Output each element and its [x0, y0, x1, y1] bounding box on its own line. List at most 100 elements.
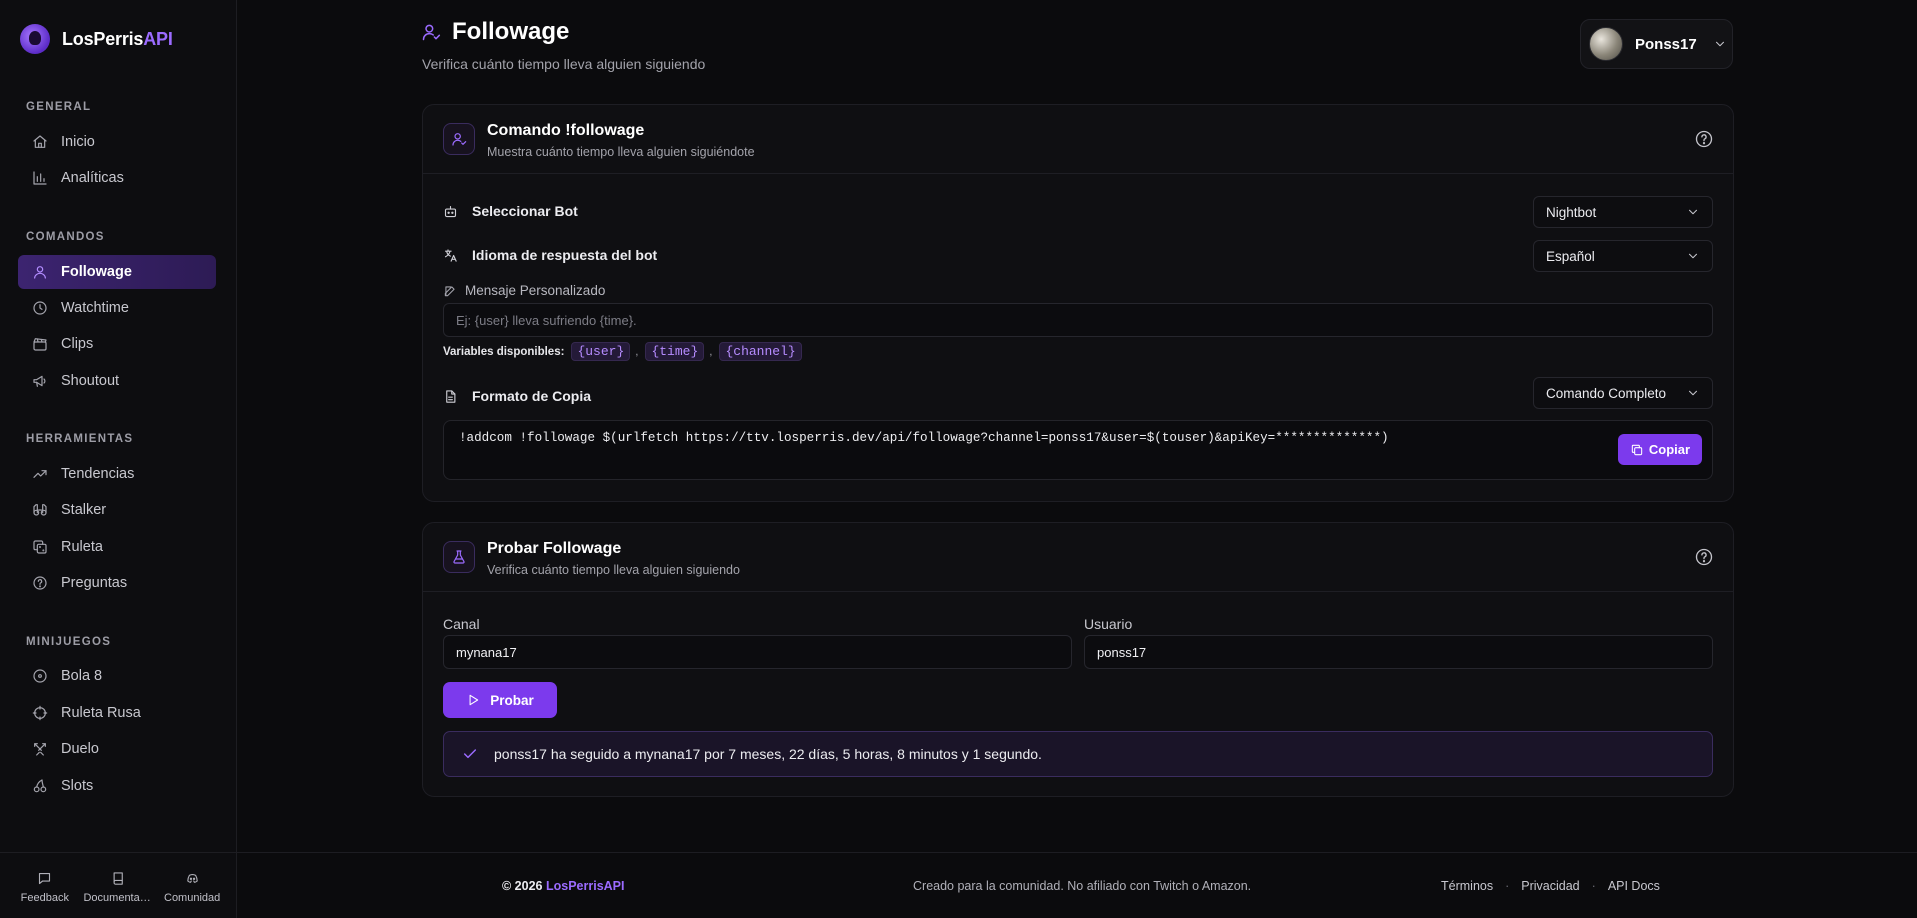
sidebar-item-duelo[interactable]: Duelo [18, 732, 216, 766]
custom-message-label-text: Mensaje Personalizado [465, 283, 606, 298]
file-icon [443, 389, 458, 404]
target-icon [32, 668, 48, 684]
bot-select-value: Nightbot [1546, 204, 1597, 220]
command-text[interactable]: !addcom !followage $(urlfetch https://tt… [459, 431, 1389, 445]
variables-label: Variables disponibles: [443, 345, 565, 358]
sidebar-item-label: Slots [61, 778, 94, 794]
help-icon[interactable] [1694, 547, 1714, 567]
sidebar: LosPerrisAPI GENERAL Inicio Analíticas C… [0, 0, 237, 918]
community-label: Comunidad [164, 892, 221, 904]
nav-section-herramientas: HERRAMIENTAS [26, 433, 134, 445]
variable-chip-time[interactable]: {time} [645, 342, 705, 361]
sidebar-item-analiticas[interactable]: Analíticas [18, 161, 216, 195]
bot-select[interactable]: Nightbot [1533, 196, 1713, 228]
user-input[interactable]: ponss17 [1084, 635, 1713, 669]
page-subtitle: Verifica cuánto tiempo lleva alguien sig… [422, 56, 706, 72]
sidebar-item-label: Ruleta [61, 539, 103, 555]
megaphone-icon [32, 373, 48, 389]
bot-label-text: Seleccionar Bot [472, 203, 578, 219]
sidebar-item-label: Duelo [61, 741, 99, 757]
book-icon [111, 871, 126, 886]
play-icon [466, 693, 480, 707]
sidebar-item-label: Inicio [61, 134, 95, 150]
sidebar-item-label: Tendencias [61, 466, 135, 482]
variable-chip-user[interactable]: {user} [571, 342, 631, 361]
copy-button-label: Copiar [1648, 442, 1691, 457]
sidebar-item-label: Ruleta Rusa [61, 705, 141, 721]
copy-format-value: Comando Completo [1546, 385, 1667, 401]
sidebar-item-slots[interactable]: Slots [18, 769, 216, 803]
edit-icon [443, 284, 457, 298]
feedback-button[interactable]: Feedback [10, 871, 80, 918]
chevron-down-icon [1686, 386, 1700, 400]
sidebar-item-ruleta-rusa[interactable]: Ruleta Rusa [18, 696, 216, 730]
sidebar-item-label: Followage [61, 264, 132, 280]
footer-links: Términos · Privacidad · API Docs [1441, 879, 1660, 893]
sidebar-footer: Feedback Documentación Comunidad [0, 852, 237, 918]
sidebar-item-inicio[interactable]: Inicio [18, 125, 216, 159]
translate-icon [443, 248, 458, 263]
user-icon [443, 123, 475, 155]
sidebar-item-ruleta[interactable]: Ruleta [18, 530, 216, 564]
sidebar-item-shoutout[interactable]: Shoutout [18, 364, 216, 398]
cherries-icon [32, 778, 48, 794]
avatar [1589, 27, 1623, 61]
sidebar-item-clips[interactable]: Clips [18, 327, 216, 361]
community-button[interactable]: Comunidad [157, 871, 227, 918]
nav-section-general: GENERAL [26, 101, 92, 113]
sidebar-item-stalker[interactable]: Stalker [18, 493, 216, 527]
flask-icon [443, 541, 475, 573]
footer-tagline: Creado para la comunidad. No afiliado co… [913, 879, 1252, 893]
sidebar-item-bola-8[interactable]: Bola 8 [18, 659, 216, 693]
api-docs-link[interactable]: API Docs [1608, 879, 1660, 893]
user-menu[interactable]: Ponss17 [1580, 19, 1733, 69]
brand-name: LosPerrisAPI [62, 28, 173, 49]
probar-button[interactable]: Probar [443, 682, 557, 718]
test-card-subtitle: Verifica cuánto tiempo lleva alguien sig… [487, 563, 740, 577]
bar-chart-icon [32, 170, 48, 186]
sidebar-item-preguntas[interactable]: Preguntas [18, 566, 216, 600]
feedback-label: Feedback [20, 892, 69, 904]
available-variables: Variables disponibles: {user}, {time}, {… [443, 342, 802, 361]
user-icon [421, 22, 441, 42]
sidebar-item-label: Stalker [61, 502, 107, 518]
language-label-text: Idioma de respuesta del bot [472, 247, 658, 263]
result-text: ponss17 ha seguido a mynana17 por 7 mese… [494, 746, 1042, 762]
sidebar-item-watchtime[interactable]: Watchtime [18, 291, 216, 325]
sidebar-item-followage[interactable]: Followage [18, 255, 216, 289]
copy-format-select[interactable]: Comando Completo [1533, 377, 1713, 409]
chevron-down-icon [1713, 37, 1727, 51]
language-select-value: Español [1546, 248, 1595, 264]
language-select[interactable]: Español [1533, 240, 1713, 272]
terms-link[interactable]: Términos [1441, 879, 1493, 893]
chevron-down-icon [1686, 205, 1700, 219]
user-name: Ponss17 [1635, 35, 1697, 53]
privacy-link[interactable]: Privacidad [1521, 879, 1579, 893]
sidebar-item-tendencias[interactable]: Tendencias [18, 457, 216, 491]
variable-chip-channel[interactable]: {channel} [719, 342, 802, 361]
language-select-label: Idioma de respuesta del bot [443, 247, 657, 263]
dice-icon [32, 539, 48, 555]
test-card: Probar Followage Verifica cuánto tiempo … [422, 522, 1734, 797]
chevron-down-icon [1686, 249, 1700, 263]
brand-logo-link[interactable]: LosPerrisAPI [20, 24, 173, 54]
help-icon[interactable] [1694, 129, 1714, 149]
custom-message-input[interactable] [443, 303, 1713, 337]
command-card-subtitle: Muestra cuánto tiempo lleva alguien sigu… [487, 145, 755, 159]
question-icon [32, 575, 48, 591]
documentation-button[interactable]: Documentación [83, 871, 153, 918]
page-footer: © 2026 LosPerrisAPI Creado para la comun… [237, 852, 1917, 918]
discord-icon [185, 871, 200, 886]
page-title: Followage [452, 18, 570, 45]
test-card-header: Probar Followage Verifica cuánto tiempo … [423, 523, 1733, 592]
copy-format-label-text: Formato de Copia [472, 388, 592, 404]
channel-input[interactable]: mynana17 [443, 635, 1072, 669]
copy-icon [1630, 443, 1644, 457]
command-code-box: !addcom !followage $(urlfetch https://tt… [443, 420, 1713, 480]
sidebar-item-label: Clips [61, 336, 94, 352]
bot-select-label: Seleccionar Bot [443, 203, 578, 219]
footer-brand-link[interactable]: LosPerrisAPI [546, 879, 625, 893]
copy-button[interactable]: Copiar [1618, 434, 1702, 465]
chat-icon [37, 871, 52, 886]
copy-format-label: Formato de Copia [443, 388, 591, 404]
